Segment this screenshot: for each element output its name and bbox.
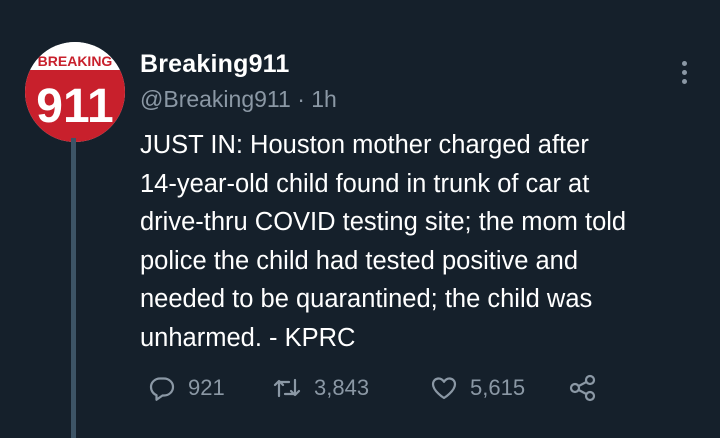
share-button[interactable]: [568, 370, 598, 406]
retweet-icon: [273, 378, 301, 398]
dot-icon: [681, 78, 687, 84]
more-options-button[interactable]: [668, 52, 700, 92]
dot-icon: [681, 60, 687, 66]
handle[interactable]: @Breaking911: [140, 86, 291, 112]
breaking911-logo: BREAKING 911: [25, 42, 125, 142]
reply-icon: [149, 377, 175, 401]
like-button[interactable]: 5,615: [430, 370, 525, 406]
retweet-button[interactable]: 3,843: [272, 370, 369, 406]
timestamp[interactable]: 1h: [311, 86, 337, 112]
separator: ·: [297, 86, 305, 112]
display-name[interactable]: Breaking911: [140, 50, 290, 79]
reply-button[interactable]: 921: [148, 370, 225, 406]
share-icon: [569, 374, 596, 402]
logo-bottom-text: 911: [36, 80, 113, 133]
like-count: 5,615: [470, 375, 526, 400]
dot-icon: [681, 69, 687, 75]
tweet-text: JUST IN: Houston mother charged after 14…: [140, 131, 627, 352]
avatar[interactable]: BREAKING 911: [25, 42, 125, 142]
retweet-count: 3,843: [314, 375, 370, 400]
handle-row: @Breaking911 · 1h: [140, 86, 337, 113]
heart-icon: [431, 377, 457, 400]
reply-count: 921: [188, 375, 225, 400]
logo-top-text: BREAKING: [38, 53, 113, 69]
thread-line: [71, 138, 76, 438]
